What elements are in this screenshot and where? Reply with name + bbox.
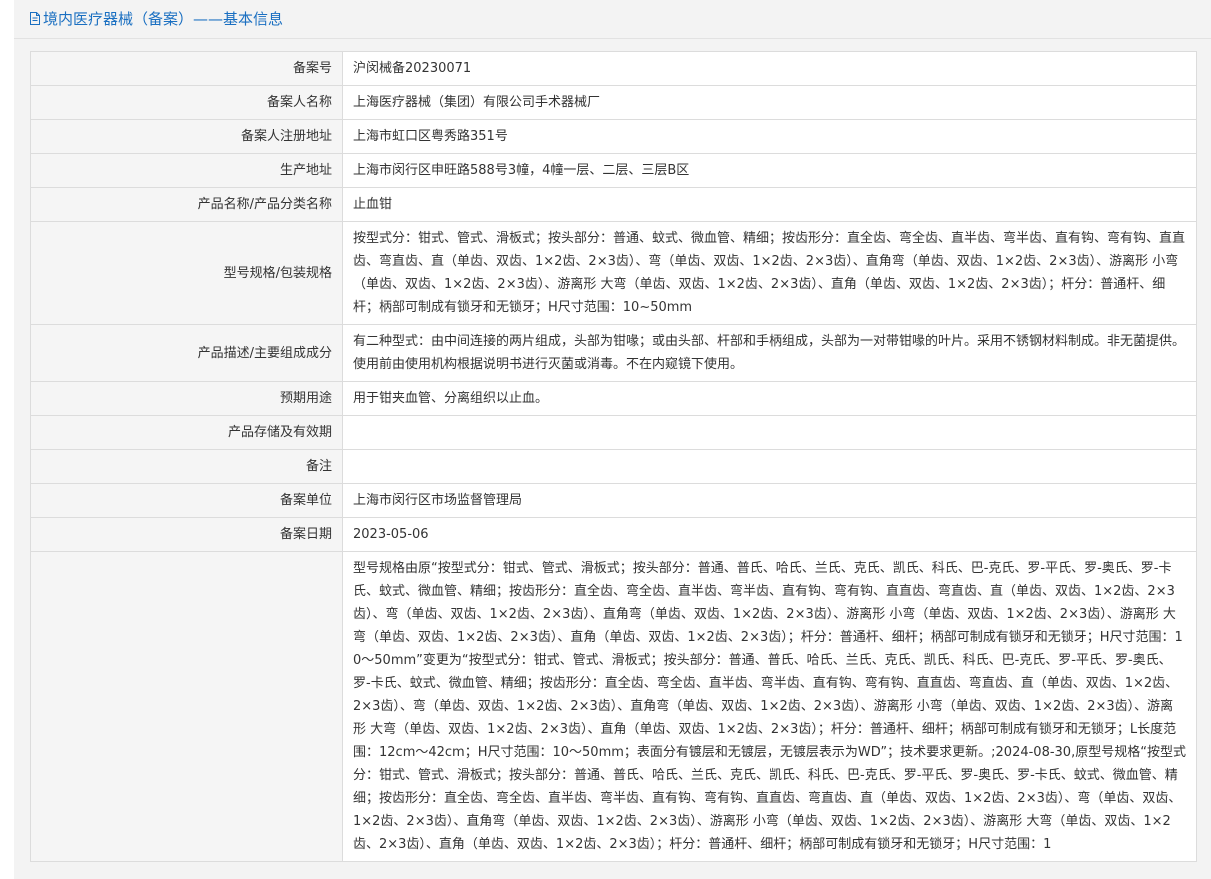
row-label: 生产地址	[30, 153, 343, 188]
row-label: 备案人名称	[30, 85, 343, 120]
table-row: 备案单位 上海市闵行区市场监督管理局	[30, 483, 1197, 518]
table-row: 预期用途 用于钳夹血管、分离组织以止血。	[30, 381, 1197, 416]
info-panel: 境内医疗器械（备案）——基本信息 备案号 沪闵械备20230071 备案人名称 …	[14, 0, 1211, 879]
table-row: 备案人注册地址 上海市虹口区粤秀路351号	[30, 119, 1197, 154]
page-title: 境内医疗器械（备案）——基本信息	[43, 10, 284, 28]
row-value: 上海市闵行区申旺路588号3幢，4幢一层、二层、三层B区	[342, 153, 1197, 188]
document-icon	[30, 12, 40, 25]
row-label: 产品名称/产品分类名称	[30, 187, 343, 222]
row-label: 产品描述/主要组成成分	[30, 324, 343, 382]
row-value: 上海市闵行区市场监督管理局	[342, 483, 1197, 518]
row-label: 备案日期	[30, 517, 343, 552]
row-value: 上海市虹口区粤秀路351号	[342, 119, 1197, 154]
row-value: 按型式分：钳式、管式、滑板式；按头部分：普通、蚊式、微血管、精细；按齿形分：直全…	[342, 221, 1197, 325]
table-row: 产品描述/主要组成成分 有二种型式：由中间连接的两片组成，头部为钳喙；或由头部、…	[30, 324, 1197, 382]
row-label: 型号规格/包装规格	[30, 221, 343, 325]
table-row: 备案人名称 上海医疗器械（集团）有限公司手术器械厂	[30, 85, 1197, 120]
table-row: 备注	[30, 449, 1197, 484]
table-row: 生产地址 上海市闵行区申旺路588号3幢，4幢一层、二层、三层B区	[30, 153, 1197, 188]
table-row: 备案日期 2023-05-06	[30, 517, 1197, 552]
row-value	[342, 415, 1197, 450]
row-label: 备注	[30, 449, 343, 484]
row-value: 有二种型式：由中间连接的两片组成，头部为钳喙；或由头部、杆部和手柄组成，头部为一…	[342, 324, 1197, 382]
table-row: 产品名称/产品分类名称 止血钳	[30, 187, 1197, 222]
table-row: 型号规格/包装规格 按型式分：钳式、管式、滑板式；按头部分：普通、蚊式、微血管、…	[30, 221, 1197, 325]
row-label	[30, 551, 343, 862]
change-history-value: 型号规格由原“按型式分：钳式、管式、滑板式；按头部分：普通、普氏、哈氏、兰氏、克…	[342, 551, 1197, 862]
panel-header: 境内医疗器械（备案）——基本信息	[14, 0, 1211, 39]
row-label: 备案人注册地址	[30, 119, 343, 154]
row-value: 上海医疗器械（集团）有限公司手术器械厂	[342, 85, 1197, 120]
row-label: 预期用途	[30, 381, 343, 416]
row-label: 备案单位	[30, 483, 343, 518]
info-table: 备案号 沪闵械备20230071 备案人名称 上海医疗器械（集团）有限公司手术器…	[30, 51, 1197, 862]
row-value	[342, 449, 1197, 484]
table-row: 产品存储及有效期	[30, 415, 1197, 450]
row-value: 2023-05-06	[342, 517, 1197, 552]
row-value: 沪闵械备20230071	[342, 51, 1197, 86]
row-label: 产品存储及有效期	[30, 415, 343, 450]
table-row: 型号规格由原“按型式分：钳式、管式、滑板式；按头部分：普通、普氏、哈氏、兰氏、克…	[30, 551, 1197, 862]
table-row: 备案号 沪闵械备20230071	[30, 51, 1197, 86]
row-value: 用于钳夹血管、分离组织以止血。	[342, 381, 1197, 416]
row-label: 备案号	[30, 51, 343, 86]
row-value: 止血钳	[342, 187, 1197, 222]
